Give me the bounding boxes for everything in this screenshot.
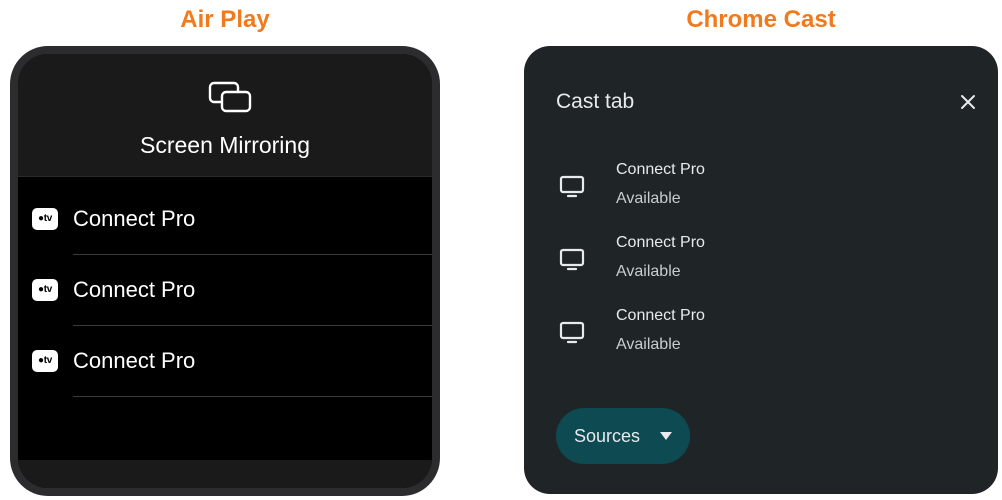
airplay-device-row[interactable]: ●tv Connect Pro xyxy=(18,184,432,255)
cast-title: Cast tab xyxy=(556,90,635,113)
cast-device-row[interactable]: Connect Pro Available xyxy=(524,231,998,301)
apple-tv-icon: ●tv xyxy=(32,279,58,301)
airplay-device-row[interactable]: ●tv Connect Pro xyxy=(18,326,432,397)
apple-tv-icon: ●tv xyxy=(32,350,58,372)
cast-device-row[interactable]: Connect Pro Available xyxy=(524,304,998,374)
caret-down-icon xyxy=(660,432,672,440)
comparison-stage: Air Play Chrome Cast Screen Mirroring ●t… xyxy=(0,0,1002,500)
airplay-device-label: Connect Pro xyxy=(73,277,196,302)
chromecast-heading: Chrome Cast xyxy=(686,6,836,33)
close-icon[interactable] xyxy=(956,90,980,114)
airplay-footer xyxy=(18,460,432,488)
monitor-icon xyxy=(559,321,585,344)
cast-device-status: Available xyxy=(616,190,681,207)
monitor-icon xyxy=(559,175,585,198)
cast-device-status: Available xyxy=(616,336,681,353)
airplay-device-row[interactable]: ●tv Connect Pro xyxy=(18,255,432,326)
cast-device-name: Connect Pro xyxy=(616,307,705,324)
airplay-device-label: Connect Pro xyxy=(73,206,196,231)
cast-device-status: Available xyxy=(616,263,681,280)
cast-device-name: Connect Pro xyxy=(616,234,705,251)
screen-mirroring-icon xyxy=(208,81,252,113)
sources-button[interactable]: Sources xyxy=(556,408,690,464)
airplay-header: Screen Mirroring xyxy=(18,54,432,177)
cast-device-row[interactable]: Connect Pro Available xyxy=(524,158,998,228)
airplay-title: Screen Mirroring xyxy=(140,132,310,158)
airplay-sheet: Screen Mirroring ●tv Connect Pro ●tv Con… xyxy=(18,54,432,488)
airplay-panel: Screen Mirroring ●tv Connect Pro ●tv Con… xyxy=(10,46,440,496)
airplay-device-label: Connect Pro xyxy=(73,348,196,373)
monitor-icon xyxy=(559,248,585,271)
row-divider xyxy=(73,396,432,397)
sources-label: Sources xyxy=(574,426,641,446)
apple-tv-icon: ●tv xyxy=(32,208,58,230)
chromecast-panel: Cast tab Connect Pro Available Connect P… xyxy=(524,46,998,494)
cast-device-name: Connect Pro xyxy=(616,161,705,178)
airplay-heading: Air Play xyxy=(180,6,270,33)
